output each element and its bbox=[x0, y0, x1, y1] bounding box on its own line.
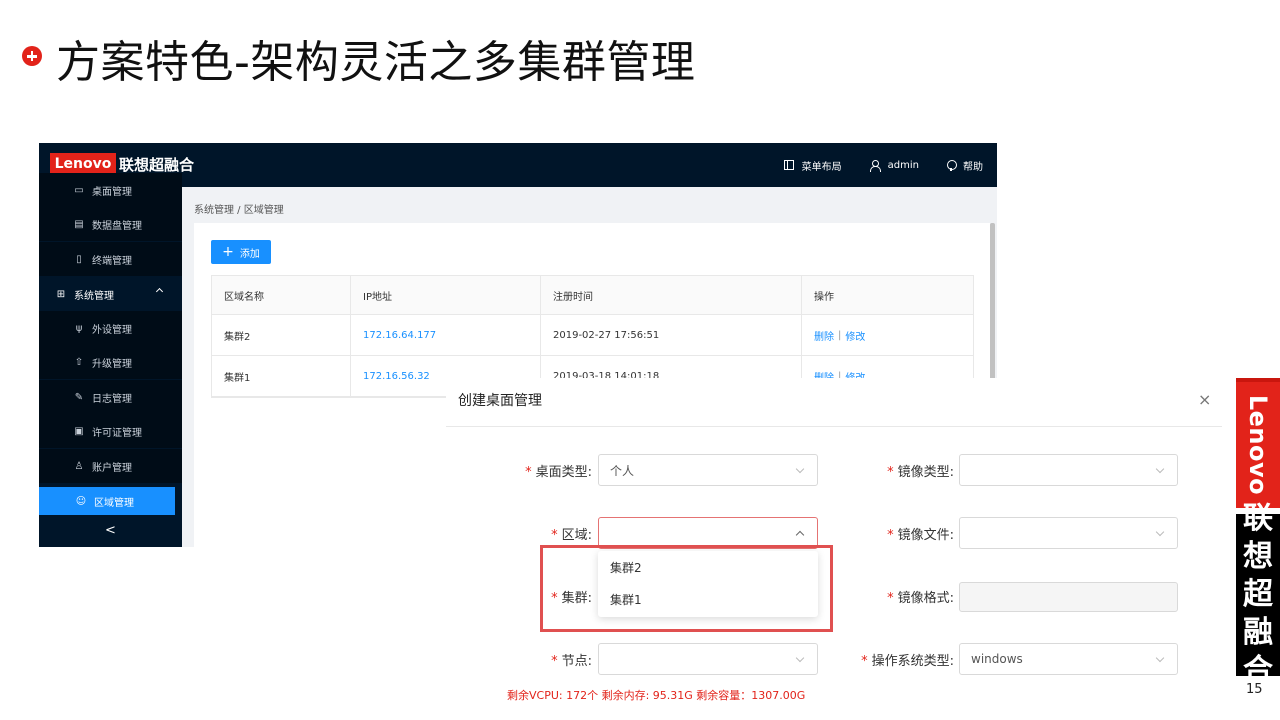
log-icon: ✎ bbox=[74, 391, 84, 403]
sidebar-item-label: 升级管理 bbox=[92, 358, 132, 370]
table-header-row: 区域名称 IP地址 注册时间 操作 bbox=[212, 276, 973, 315]
upgrade-icon: ⇧ bbox=[74, 356, 84, 368]
sidebar-item-label: 终端管理 bbox=[92, 255, 132, 267]
user-name: admin bbox=[887, 159, 919, 171]
column-header-name: 区域名称 bbox=[212, 276, 351, 314]
account-icon: ♙ bbox=[74, 460, 84, 472]
chevron-down-icon bbox=[1155, 653, 1165, 663]
cell-time: 2019-02-27 17:56:51 bbox=[541, 315, 802, 355]
chevron-down-icon bbox=[795, 653, 805, 663]
red-plus-bullet-icon bbox=[22, 46, 42, 66]
breadcrumb: 系统管理 / 区域管理 bbox=[194, 205, 284, 216]
help-button[interactable]: 帮助 bbox=[947, 158, 983, 173]
sidebar-item-label: 桌面管理 bbox=[92, 186, 132, 198]
sidebar-item-region[interactable]: ☺ 区域管理 bbox=[39, 487, 175, 515]
sidebar-group-system[interactable]: ⊞ 系统管理 bbox=[39, 277, 182, 311]
os-type-label: * 操作系统类型: bbox=[861, 654, 954, 669]
image-format-input bbox=[959, 582, 1178, 612]
desktop-type-select[interactable]: 个人 bbox=[598, 454, 818, 486]
node-label: * 节点: bbox=[551, 654, 592, 669]
add-button-label: 添加 bbox=[239, 248, 260, 260]
column-header-actions: 操作 bbox=[814, 291, 834, 303]
chevron-down-icon bbox=[1155, 527, 1165, 537]
grid-icon: ⊞ bbox=[56, 288, 66, 300]
edit-link[interactable]: 修改 bbox=[845, 328, 865, 343]
image-type-select[interactable] bbox=[959, 454, 1178, 486]
sidebar-item-label: 系统管理 bbox=[74, 290, 114, 302]
sidebar-item-log[interactable]: ✎ 日志管理 bbox=[39, 380, 182, 414]
sidebar-item-license[interactable]: ▣ 许可证管理 bbox=[39, 414, 182, 448]
desktop-type-label: * 桌面类型: bbox=[525, 465, 592, 480]
page-number: 15 bbox=[1246, 682, 1263, 697]
menu-layout-label: 菜单布局 bbox=[801, 161, 842, 173]
cell-name: 集群2 bbox=[212, 315, 351, 355]
node-select[interactable] bbox=[598, 643, 818, 675]
sidebar-item-account[interactable]: ♙ 账户管理 bbox=[39, 449, 182, 483]
os-type-value: windows bbox=[971, 652, 1023, 666]
desktop-type-value: 个人 bbox=[610, 463, 635, 478]
monitor-icon: ▭ bbox=[74, 184, 84, 196]
sidebar-item-terminal[interactable]: ▯ 终端管理 bbox=[39, 242, 182, 276]
top-navigation-bar: Lenovo 联想超融合 菜单布局 admin 帮助 bbox=[39, 143, 997, 187]
chevron-up-icon bbox=[795, 530, 805, 540]
sidebar-item-label: 区域管理 bbox=[94, 497, 134, 509]
menu-layout-button[interactable]: 菜单布局 bbox=[783, 158, 842, 173]
product-name: 联想超融合 bbox=[119, 156, 195, 174]
action-separator: | bbox=[838, 329, 842, 341]
disk-icon: ▤ bbox=[74, 218, 84, 230]
brand-cn-logo: 联 想 超 融 合 bbox=[1236, 501, 1280, 688]
image-type-label: * 镜像类型: bbox=[887, 465, 954, 480]
sidebar: ▭ 桌面管理 ▤ 数据盘管理 ▯ 终端管理 ⊞ 系统管理 ψ 外设管理 ⇧ 升级… bbox=[39, 173, 182, 547]
plus-icon: + bbox=[222, 244, 234, 260]
region-icon: ☺ bbox=[75, 495, 87, 507]
highlight-box bbox=[540, 545, 833, 632]
close-icon[interactable]: × bbox=[1198, 390, 1211, 409]
region-label: * 区域: bbox=[551, 528, 592, 543]
license-icon: ▣ bbox=[74, 425, 84, 437]
layout-icon bbox=[783, 160, 794, 170]
image-format-label: * 镜像格式: bbox=[887, 591, 954, 606]
user-icon bbox=[869, 159, 881, 172]
image-file-label: * 镜像文件: bbox=[887, 528, 954, 543]
cell-actions: 删除 | 修改 bbox=[802, 315, 973, 355]
usb-icon: ψ bbox=[75, 322, 83, 334]
top-right-menu: 菜单布局 admin 帮助 bbox=[783, 143, 983, 187]
column-header-time: 注册时间 bbox=[541, 276, 802, 314]
image-file-select[interactable] bbox=[959, 517, 1178, 549]
bulb-icon bbox=[947, 159, 957, 171]
add-button[interactable]: + 添加 bbox=[211, 240, 271, 264]
sidebar-item-data-disk[interactable]: ▤ 数据盘管理 bbox=[39, 207, 182, 241]
lenovo-vertical-logo: Lenovo bbox=[1236, 378, 1280, 508]
os-type-select[interactable]: windows bbox=[959, 643, 1178, 675]
brand-strip: Lenovo 联 想 超 融 合 bbox=[1236, 378, 1280, 688]
column-header-ip: IP地址 bbox=[351, 276, 541, 314]
delete-link[interactable]: 删除 bbox=[814, 328, 834, 343]
cell-ip-link[interactable]: 172.16.64.177 bbox=[351, 315, 541, 355]
slide-title: 方案特色-架构灵活之多集群管理 bbox=[56, 37, 696, 88]
chevron-up-icon bbox=[155, 287, 164, 296]
sidebar-item-label: 数据盘管理 bbox=[92, 220, 142, 232]
sidebar-item-label: 许可证管理 bbox=[92, 427, 142, 439]
chevron-down-icon bbox=[1155, 464, 1165, 474]
resource-info: 剩余VCPU: 172个 剩余内存: 95.31G 剩余容量：1307.00G bbox=[507, 689, 806, 702]
chevron-down-icon bbox=[795, 464, 805, 474]
sidebar-item-label: 账户管理 bbox=[92, 462, 132, 474]
table-row: 集群2 172.16.64.177 2019-02-27 17:56:51 删除… bbox=[212, 315, 973, 356]
sidebar-item-label: 日志管理 bbox=[92, 393, 132, 405]
cell-name: 集群1 bbox=[212, 356, 351, 396]
modal-title: 创建桌面管理 bbox=[458, 393, 542, 409]
modal-divider bbox=[446, 426, 1222, 427]
sidebar-collapse-button[interactable]: < bbox=[39, 514, 182, 547]
help-label: 帮助 bbox=[963, 161, 983, 173]
sidebar-item-upgrade[interactable]: ⇧ 升级管理 bbox=[39, 345, 182, 379]
terminal-icon: ▯ bbox=[76, 253, 82, 265]
sidebar-item-desktop[interactable]: ▭ 桌面管理 bbox=[39, 173, 182, 207]
sidebar-item-peripheral[interactable]: ψ 外设管理 bbox=[39, 311, 182, 345]
user-menu[interactable]: admin bbox=[869, 159, 919, 172]
lenovo-logo: Lenovo bbox=[50, 153, 116, 175]
sidebar-item-label: 外设管理 bbox=[92, 324, 132, 336]
